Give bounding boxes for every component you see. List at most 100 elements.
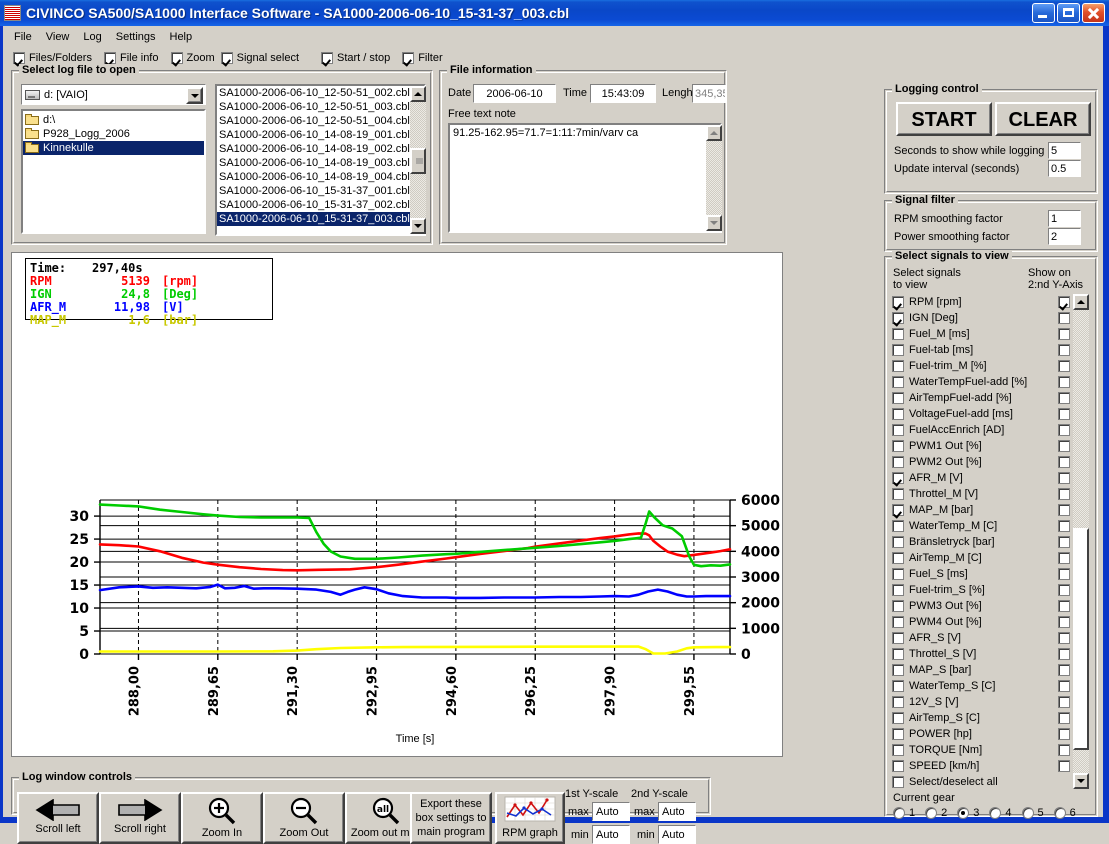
- signal-view-checkbox[interactable]: [892, 696, 904, 708]
- radio-icon[interactable]: [893, 807, 905, 819]
- signal-row[interactable]: VoltageFuel-add [ms]: [892, 406, 1070, 422]
- signal-y2-checkbox[interactable]: [1058, 328, 1070, 340]
- toggle-zoom[interactable]: Zoom: [171, 52, 215, 64]
- signal-view-checkbox[interactable]: [892, 728, 904, 740]
- date-field[interactable]: 2006-06-10: [473, 84, 556, 103]
- checkbox-icon[interactable]: [171, 52, 183, 64]
- signal-view-checkbox[interactable]: [892, 664, 904, 676]
- signal-row[interactable]: AFR_S [V]: [892, 630, 1070, 646]
- power-smoothing-field[interactable]: 2: [1048, 228, 1081, 245]
- log-file-item[interactable]: SA1000-2006-06-10_14-08-19_004.cbl: [217, 170, 424, 184]
- signal-row[interactable]: 12V_S [V]: [892, 694, 1070, 710]
- signal-y2-checkbox[interactable]: [1058, 744, 1070, 756]
- signal-row[interactable]: PWM3 Out [%]: [892, 598, 1070, 614]
- signal-view-checkbox[interactable]: [892, 712, 904, 724]
- log-file-item[interactable]: SA1000-2006-06-10_12-50-51_004.cbl: [217, 114, 424, 128]
- signal-row[interactable]: MAP_M [bar]: [892, 502, 1070, 518]
- toggle-file-info[interactable]: File info: [104, 52, 159, 64]
- signal-view-checkbox[interactable]: [892, 296, 904, 308]
- signal-y2-checkbox[interactable]: [1058, 648, 1070, 660]
- signal-view-checkbox[interactable]: [892, 616, 904, 628]
- signal-row[interactable]: Throttel_S [V]: [892, 646, 1070, 662]
- signal-view-checkbox[interactable]: [892, 488, 904, 500]
- signal-view-checkbox[interactable]: [892, 584, 904, 596]
- time-field[interactable]: 15:43:09: [590, 84, 656, 103]
- signal-y2-checkbox[interactable]: [1058, 552, 1070, 564]
- export-settings-button[interactable]: Export these box settings to main progra…: [410, 792, 492, 844]
- signal-row[interactable]: PWM1 Out [%]: [892, 438, 1070, 454]
- seconds-to-show-field[interactable]: 5: [1048, 142, 1081, 159]
- folder-item-p928[interactable]: P928_Logg_2006: [23, 127, 204, 141]
- menu-item-help[interactable]: Help: [163, 30, 200, 46]
- signal-view-checkbox[interactable]: [892, 568, 904, 580]
- signal-view-checkbox[interactable]: [892, 552, 904, 564]
- signal-row[interactable]: WaterTempFuel-add [%]: [892, 374, 1070, 390]
- gear-radio-5[interactable]: 5: [1022, 807, 1044, 819]
- signal-y2-checkbox[interactable]: [1058, 312, 1070, 324]
- gear-radio-3[interactable]: 3: [957, 807, 979, 819]
- gear-radio-1[interactable]: 1: [893, 807, 915, 819]
- log-file-list[interactable]: SA1000-2006-06-10_12-50-51_002.cbl SA1000…: [215, 84, 426, 236]
- signal-view-checkbox[interactable]: [892, 440, 904, 452]
- signal-view-checkbox[interactable]: [892, 632, 904, 644]
- radio-icon[interactable]: [1054, 807, 1066, 819]
- signal-y2-checkbox[interactable]: [1058, 488, 1070, 500]
- radio-icon[interactable]: [925, 807, 937, 819]
- signal-y2-checkbox[interactable]: [1058, 664, 1070, 676]
- clear-button[interactable]: CLEAR: [995, 102, 1091, 136]
- signal-row[interactable]: RPM [rpm]: [892, 294, 1070, 310]
- signal-y2-checkbox[interactable]: [1058, 424, 1070, 436]
- signal-y2-checkbox[interactable]: [1058, 760, 1070, 772]
- log-file-item[interactable]: SA1000-2006-06-10_15-31-37_001.cbl: [217, 184, 424, 198]
- start-button[interactable]: START: [896, 102, 992, 136]
- signal-y2-checkbox[interactable]: [1058, 696, 1070, 708]
- signal-row[interactable]: Throttel_M [V]: [892, 486, 1070, 502]
- signal-y2-checkbox[interactable]: [1058, 392, 1070, 404]
- signal-row[interactable]: Fuel-trim_M [%]: [892, 358, 1070, 374]
- y2-min-field[interactable]: Auto: [658, 825, 696, 844]
- signal-row[interactable]: Fuel_M [ms]: [892, 326, 1070, 342]
- checkbox-icon[interactable]: [221, 52, 233, 64]
- signal-view-checkbox[interactable]: [892, 408, 904, 420]
- signal-view-checkbox[interactable]: [892, 600, 904, 612]
- y2-max-field[interactable]: Auto: [658, 802, 696, 821]
- gear-radio-2[interactable]: 2: [925, 807, 947, 819]
- signal-y2-checkbox[interactable]: [1058, 344, 1070, 356]
- signal-y2-checkbox[interactable]: [1058, 376, 1070, 388]
- gear-radio-4[interactable]: 4: [989, 807, 1011, 819]
- checkbox-icon[interactable]: [321, 52, 333, 64]
- signal-y2-checkbox[interactable]: [1058, 296, 1070, 308]
- menu-item-settings[interactable]: Settings: [109, 30, 163, 46]
- signal-y2-checkbox[interactable]: [1058, 536, 1070, 548]
- gear-radio-6[interactable]: 6: [1054, 807, 1076, 819]
- signal-view-checkbox[interactable]: [892, 760, 904, 772]
- signal-row[interactable]: AFR_M [V]: [892, 470, 1070, 486]
- drive-combo[interactable]: d: [VAIO]: [21, 84, 206, 105]
- checkbox-icon[interactable]: [13, 52, 25, 64]
- signal-view-checkbox[interactable]: [892, 648, 904, 660]
- signal-view-checkbox[interactable]: [892, 376, 904, 388]
- signal-row[interactable]: AirTemp_S [C]: [892, 710, 1070, 726]
- signal-row[interactable]: TORQUE [Nm]: [892, 742, 1070, 758]
- menu-item-log[interactable]: Log: [76, 30, 108, 46]
- signal-view-checkbox[interactable]: [892, 776, 904, 788]
- signal-row[interactable]: POWER [hp]: [892, 726, 1070, 742]
- signal-y2-checkbox[interactable]: [1058, 504, 1070, 516]
- log-file-item[interactable]: SA1000-2006-06-10_12-50-51_002.cbl: [217, 86, 424, 100]
- signal-view-checkbox[interactable]: [892, 360, 904, 372]
- radio-icon[interactable]: [989, 807, 1001, 819]
- signal-view-checkbox[interactable]: [892, 328, 904, 340]
- log-file-item[interactable]: SA1000-2006-06-10_14-08-19_002.cbl: [217, 142, 424, 156]
- signal-row[interactable]: AirTemp_M [C]: [892, 550, 1070, 566]
- signal-row[interactable]: WaterTemp_S [C]: [892, 678, 1070, 694]
- signal-y2-checkbox[interactable]: [1058, 440, 1070, 452]
- signal-view-checkbox[interactable]: [892, 312, 904, 324]
- scroll-left-button[interactable]: Scroll left: [17, 792, 99, 844]
- signal-view-checkbox[interactable]: [892, 456, 904, 468]
- signal-y2-checkbox[interactable]: [1058, 360, 1070, 372]
- signal-y2-checkbox[interactable]: [1058, 616, 1070, 628]
- toggle-files-folders[interactable]: Files/Folders: [13, 52, 92, 64]
- chevron-down-icon[interactable]: [186, 87, 203, 104]
- radio-icon[interactable]: [1022, 807, 1034, 819]
- menu-item-view[interactable]: View: [39, 30, 77, 46]
